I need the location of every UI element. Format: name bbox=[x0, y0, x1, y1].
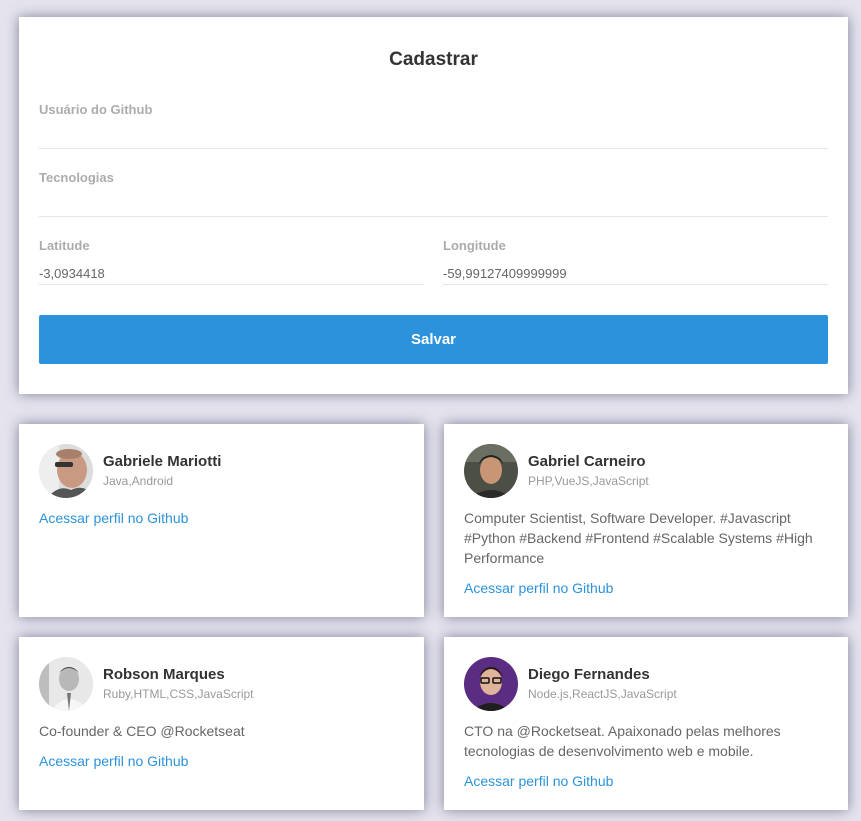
dev-info: Gabriele Mariotti Java,Android bbox=[103, 453, 221, 489]
dev-name: Diego Fernandes bbox=[528, 666, 650, 683]
dev-name: Gabriel Carneiro bbox=[528, 453, 646, 470]
dev-name: Gabriele Mariotti bbox=[103, 453, 222, 470]
dev-name: Robson Marques bbox=[103, 666, 225, 683]
avatar bbox=[39, 657, 93, 711]
github-profile-link[interactable]: Acessar perfil no Github bbox=[464, 578, 613, 598]
techs-label: Tecnologias bbox=[39, 170, 114, 185]
dev-bio: Computer Scientist, Software Developer. … bbox=[464, 510, 813, 566]
avatar bbox=[464, 444, 518, 498]
dev-bio: Co-founder & CEO @Rocketseat bbox=[39, 723, 245, 739]
avatar bbox=[464, 657, 518, 711]
dev-card: Diego Fernandes Node.js,ReactJS,JavaScri… bbox=[444, 637, 848, 810]
dev-techs: Ruby,HTML,CSS,JavaScript bbox=[103, 687, 254, 701]
latitude-label: Latitude bbox=[39, 238, 90, 253]
latitude-input[interactable] bbox=[39, 262, 424, 284]
dev-techs: Node.js,ReactJS,JavaScript bbox=[528, 687, 677, 701]
save-button[interactable]: Salvar bbox=[39, 315, 828, 364]
dev-bio: CTO na @Rocketseat. Apaixonado pelas mel… bbox=[464, 723, 781, 759]
dev-card: Gabriele Mariotti Java,Android Acessar p… bbox=[19, 424, 424, 617]
dev-techs: Java,Android bbox=[103, 474, 174, 488]
dev-card: Robson Marques Ruby,HTML,CSS,JavaScript … bbox=[19, 637, 424, 810]
longitude-input[interactable] bbox=[443, 262, 828, 284]
longitude-field: Longitude bbox=[443, 238, 828, 285]
dev-info: Gabriel Carneiro PHP,VueJS,JavaScript bbox=[528, 453, 649, 489]
github-profile-link[interactable]: Acessar perfil no Github bbox=[39, 751, 188, 771]
latitude-field: Latitude bbox=[39, 238, 424, 285]
techs-field: Tecnologias bbox=[39, 170, 828, 217]
github-profile-link[interactable]: Acessar perfil no Github bbox=[464, 771, 613, 791]
github-profile-link[interactable]: Acessar perfil no Github bbox=[39, 508, 188, 528]
dev-card-header: Diego Fernandes Node.js,ReactJS,JavaScri… bbox=[464, 657, 828, 711]
dev-techs: PHP,VueJS,JavaScript bbox=[528, 474, 649, 488]
dev-card-header: Gabriele Mariotti Java,Android bbox=[39, 444, 404, 498]
dev-card-header: Gabriel Carneiro PHP,VueJS,JavaScript bbox=[464, 444, 828, 498]
dev-card: Gabriel Carneiro PHP,VueJS,JavaScript Co… bbox=[444, 424, 848, 617]
techs-input[interactable] bbox=[39, 194, 828, 216]
github-user-field: Usuário do Github bbox=[39, 102, 828, 149]
avatar bbox=[39, 444, 93, 498]
register-form: Cadastrar Usuário do Github Tecnologias … bbox=[19, 17, 848, 394]
dev-info: Robson Marques Ruby,HTML,CSS,JavaScript bbox=[103, 666, 254, 702]
longitude-label: Longitude bbox=[443, 238, 506, 253]
form-title: Cadastrar bbox=[389, 49, 478, 70]
github-user-input[interactable] bbox=[39, 126, 828, 148]
dev-info: Diego Fernandes Node.js,ReactJS,JavaScri… bbox=[528, 666, 677, 702]
dev-card-header: Robson Marques Ruby,HTML,CSS,JavaScript bbox=[39, 657, 404, 711]
github-user-label: Usuário do Github bbox=[39, 102, 153, 117]
